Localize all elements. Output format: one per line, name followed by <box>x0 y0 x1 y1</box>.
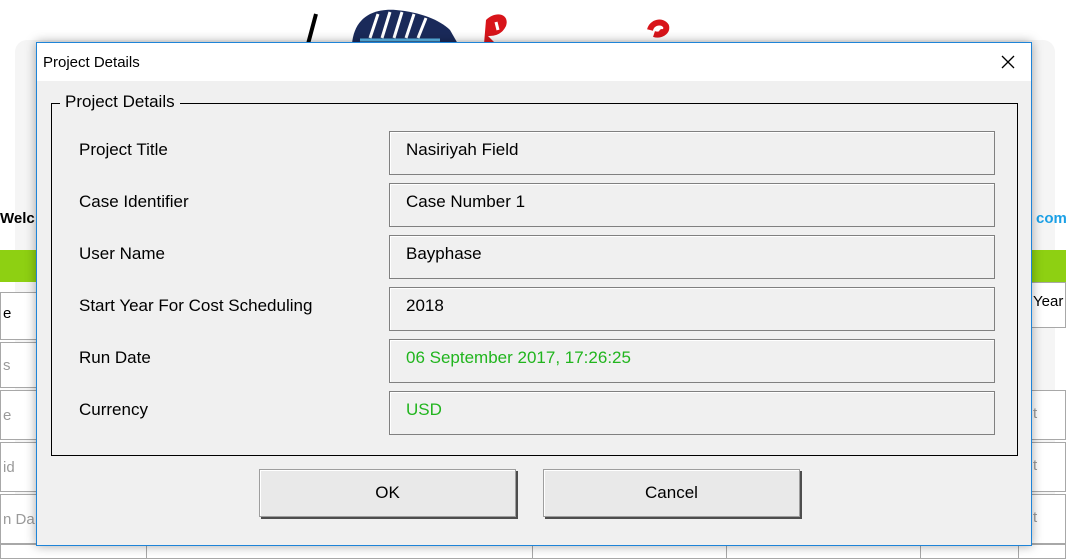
ok-button[interactable]: OK <box>259 469 516 517</box>
green-header-bar-right <box>1030 250 1066 282</box>
start-year-field[interactable]: 2018 <box>389 287 995 331</box>
groupbox-title: Project Details <box>60 92 180 112</box>
run-date-value: 06 September 2017, 17:26:25 <box>389 339 995 383</box>
project-title-label: Project Title <box>79 140 168 159</box>
cancel-button[interactable]: Cancel <box>543 469 800 517</box>
table-row-label: n Da <box>0 494 40 544</box>
table-cell <box>920 544 1020 559</box>
dialog-title: Project Details <box>43 54 140 71</box>
green-header-bar-left <box>0 250 40 282</box>
close-button[interactable] <box>985 43 1031 81</box>
start-year-label: Start Year For Cost Scheduling <box>79 296 313 315</box>
column-header-left: e <box>0 292 40 340</box>
project-details-dialog: Project Details Project Details Project … <box>36 42 1032 546</box>
case-identifier-label: Case Identifier <box>79 192 189 211</box>
project-title-field[interactable]: Nasiriyah Field <box>389 131 995 175</box>
table-row-right: t <box>1030 442 1066 492</box>
close-icon <box>1001 55 1015 69</box>
user-name-label: User Name <box>79 244 165 263</box>
table-row-label: id <box>0 442 40 492</box>
app-logo <box>306 9 670 44</box>
user-name-field[interactable]: Bayphase <box>389 235 995 279</box>
table-cell <box>532 544 728 559</box>
table-cell <box>1018 544 1066 559</box>
currency-value: USD <box>389 391 995 435</box>
table-row-right: t <box>1030 494 1066 544</box>
table-row-label: s <box>0 342 40 388</box>
table-cell <box>0 544 148 559</box>
table-row-right: t <box>1030 390 1066 440</box>
run-date-label: Run Date <box>79 348 151 367</box>
dialog-titlebar[interactable]: Project Details <box>37 43 1031 81</box>
welcome-text: Welc <box>0 210 35 227</box>
table-cell <box>146 544 534 559</box>
table-row-label: e <box>0 390 40 440</box>
column-header-right: Year <box>1030 282 1066 328</box>
right-header-link[interactable]: com <box>1036 210 1066 227</box>
table-cell <box>726 544 922 559</box>
currency-label: Currency <box>79 400 148 419</box>
project-details-groupbox: Project Details Project Title Nasiriyah … <box>51 92 1018 456</box>
case-identifier-field[interactable]: Case Number 1 <box>389 183 995 227</box>
